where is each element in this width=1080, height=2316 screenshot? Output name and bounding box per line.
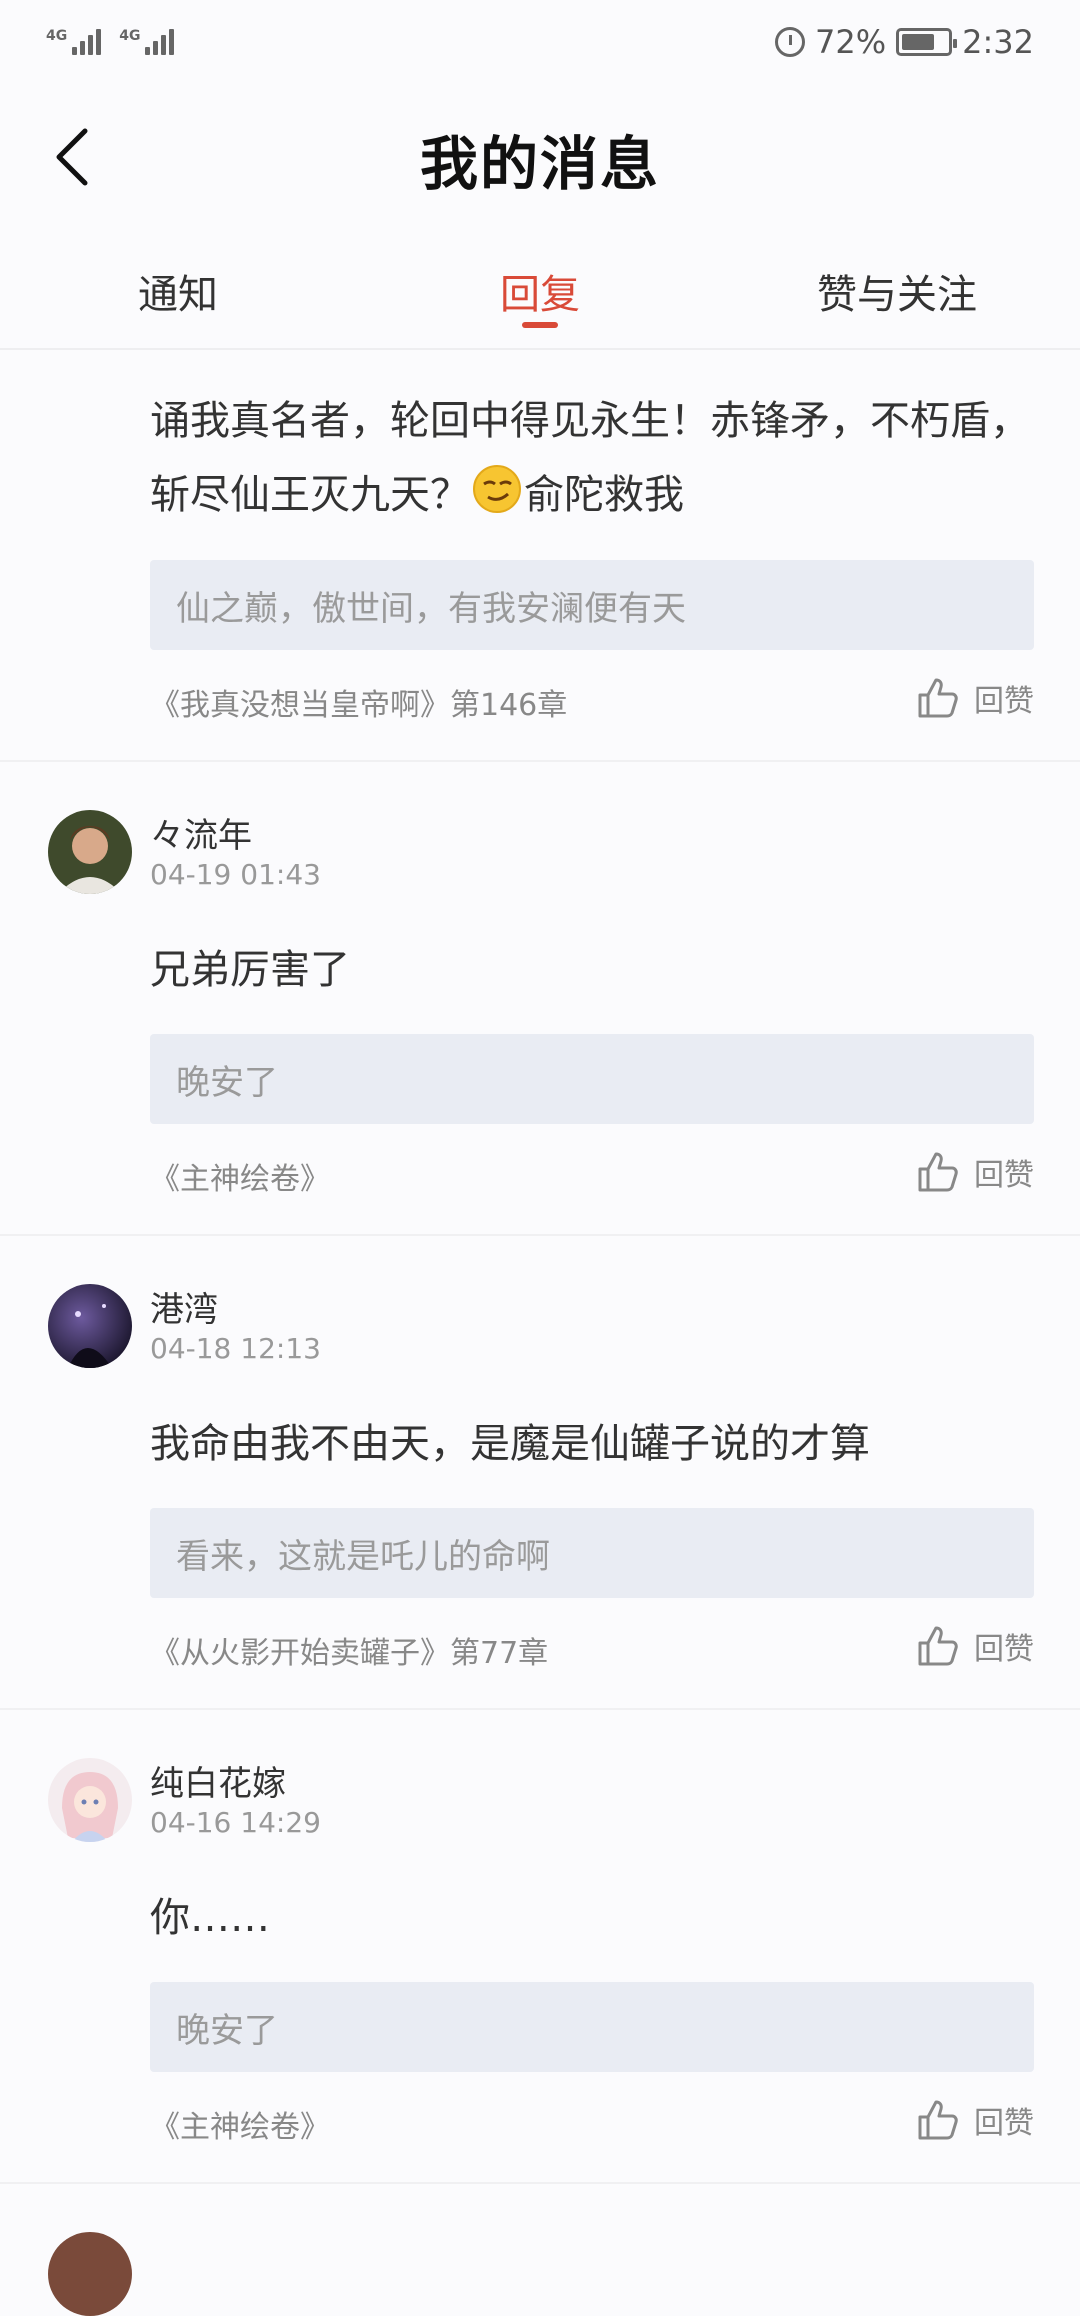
like-back-button[interactable]: 回赞 <box>916 1620 1034 1672</box>
reply-content: 兄弟厉害了 <box>150 947 350 993</box>
like-back-label: 回赞 <box>974 684 1034 719</box>
back-button[interactable] <box>36 122 106 192</box>
reply-text: 俞陀救我 <box>524 472 684 518</box>
status-right: 72% 2:32 <box>775 23 1034 61</box>
like-back-label: 回赞 <box>974 1632 1034 1667</box>
item-header: 々流年 04-19 01:43 <box>0 762 1080 894</box>
list-item[interactable]: 港湾 04-18 12:13 我命由我不由天，是魔是仙罐子说的才算 看来，这就是… <box>0 1236 1080 1710</box>
reply-content: 诵我真名者，轮回中得见永生！赤锋矛，不朽盾，斩尽仙王灭九天？ 俞陀救我 <box>150 384 1034 532</box>
thumbs-up-icon <box>918 1626 958 1666</box>
avatar-image <box>48 1758 132 1842</box>
status-bar: 4G 4G 72% 2:32 <box>0 0 1080 84</box>
item-footer: 《从火影开始卖罐子》第77章 回赞 <box>150 1598 1034 1708</box>
tab-bar: 通知 回复 赞与关注 <box>0 234 1080 350</box>
cell-signal-icon: 4G <box>46 28 102 55</box>
battery-icon <box>896 28 958 56</box>
list-item[interactable]: 々流年 04-19 01:43 兄弟厉害了 晚安了 《主神绘卷》 回赞 <box>0 762 1080 1236</box>
item-header <box>0 2184 1080 2316</box>
battery-percent: 72% <box>815 23 887 61</box>
avatar[interactable] <box>48 1284 132 1368</box>
clock: 2:32 <box>962 23 1034 61</box>
item-header: 港湾 04-18 12:13 <box>0 1236 1080 1368</box>
like-back-button[interactable]: 回赞 <box>916 2094 1034 2146</box>
reply-list: 诵我真名者，轮回中得见永生！赤锋矛，不朽盾，斩尽仙王灭九天？ 俞陀救我 仙之巅，… <box>0 350 1080 2316</box>
reply-content: 我命由我不由天，是魔是仙罐子说的才算 <box>150 1421 870 1467</box>
item-footer: 《主神绘卷》 回赞 <box>150 1124 1034 1234</box>
list-item[interactable]: 纯白花嫁 04-16 14:29 你…… 晚安了 《主神绘卷》 回赞 <box>0 1710 1080 2184</box>
avatar[interactable] <box>48 810 132 894</box>
book-source[interactable]: 《主神绘卷》 <box>150 2102 330 2146</box>
timestamp: 04-19 01:43 <box>150 858 321 891</box>
list-item[interactable]: 诵我真名者，轮回中得见永生！赤锋矛，不朽盾，斩尽仙王灭九天？ 俞陀救我 仙之巅，… <box>0 350 1080 762</box>
cell-signal-icon: 4G <box>119 28 175 55</box>
avatar-image <box>48 810 132 894</box>
like-back-label: 回赞 <box>974 1158 1034 1193</box>
author-name[interactable]: 々流年 <box>150 808 252 857</box>
quoted-comment[interactable]: 看来，这就是吒儿的命啊 <box>150 1508 1034 1598</box>
smirk-emoji-icon <box>473 465 521 513</box>
timestamp: 04-18 12:13 <box>150 1332 321 1365</box>
author-name[interactable]: 纯白花嫁 <box>150 1756 286 1805</box>
book-source[interactable]: 《从火影开始卖罐子》第77章 <box>150 1628 548 1672</box>
like-back-button[interactable]: 回赞 <box>916 1146 1034 1198</box>
timestamp: 04-16 14:29 <box>150 1806 321 1839</box>
header: 我的消息 <box>0 84 1080 234</box>
avatar[interactable] <box>48 2232 132 2316</box>
tab-likes-follows[interactable]: 赞与关注 <box>817 262 977 320</box>
quoted-comment[interactable]: 仙之巅，傲世间，有我安澜便有天 <box>150 560 1034 650</box>
author-name[interactable]: 港湾 <box>150 1282 218 1331</box>
network-type-label: 4G <box>46 28 68 44</box>
tab-notifications[interactable]: 通知 <box>138 262 218 320</box>
like-back-button[interactable]: 回赞 <box>916 672 1034 724</box>
list-item[interactable] <box>0 2184 1080 2316</box>
thumbs-up-icon <box>918 678 958 718</box>
chevron-left-icon <box>56 128 88 186</box>
item-footer: 《我真没想当皇帝啊》第146章 回赞 <box>150 650 1034 760</box>
tab-replies[interactable]: 回复 <box>500 262 580 320</box>
avatar[interactable] <box>48 1758 132 1842</box>
alarm-icon <box>775 27 806 57</box>
thumbs-up-icon <box>918 1152 958 1192</box>
thumbs-up-icon <box>918 2100 958 2140</box>
active-tab-indicator <box>522 322 558 328</box>
network-type-label: 4G <box>119 28 141 44</box>
item-footer: 《主神绘卷》 回赞 <box>150 2072 1034 2182</box>
page-title: 我的消息 <box>419 130 660 198</box>
book-source[interactable]: 《主神绘卷》 <box>150 1154 330 1198</box>
book-source[interactable]: 《我真没想当皇帝啊》第146章 <box>150 680 567 724</box>
reply-content: 你…… <box>150 1895 270 1941</box>
signal-group: 4G 4G <box>46 28 175 55</box>
quoted-comment[interactable]: 晚安了 <box>150 1982 1034 2072</box>
item-header: 纯白花嫁 04-16 14:29 <box>0 1710 1080 1842</box>
like-back-label: 回赞 <box>974 2106 1034 2141</box>
quoted-comment[interactable]: 晚安了 <box>150 1034 1034 1124</box>
avatar-image <box>48 1284 132 1368</box>
